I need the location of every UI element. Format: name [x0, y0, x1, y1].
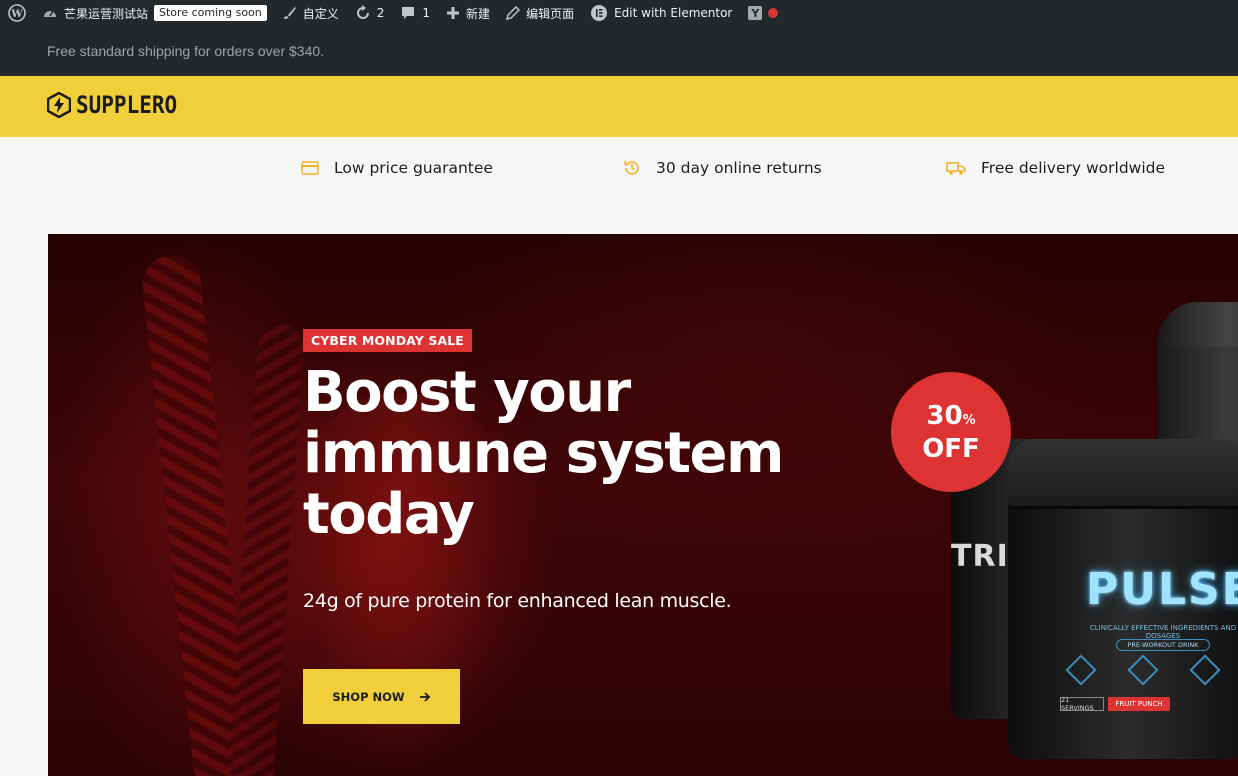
shop-now-button[interactable]: SHOP NOW	[303, 669, 460, 724]
updates-button[interactable]: 2	[347, 0, 393, 26]
product-tub-pulse: PULSE CLINICALLY EFFECTIVE INGREDIENTS A…	[1008, 439, 1238, 759]
product-tagline: CLINICALLY EFFECTIVE INGREDIENTS AND DOS…	[1089, 624, 1237, 640]
discount-word: OFF	[922, 433, 980, 464]
usp-item-returns: 30 day online returns	[623, 159, 822, 177]
elementor-label: Edit with Elementor	[614, 6, 733, 20]
product-servings: 21 SERVINGS	[1060, 696, 1104, 712]
seo-status-dot	[768, 8, 779, 18]
usp-label: Low price guarantee	[334, 159, 493, 177]
wordpress-icon: W	[8, 4, 26, 22]
new-label: 新建	[466, 6, 491, 21]
hex-icon	[1127, 654, 1159, 686]
usp-item-delivery: Free delivery worldwide	[946, 159, 1165, 177]
usp-bar: Low price guarantee 30 day online return…	[0, 137, 1238, 234]
logo-text: SUPPLERO	[76, 91, 178, 119]
edit-with-elementor-button[interactable]: Edit with Elementor	[582, 0, 740, 26]
hero-banner: CYBER MONDAY SALE Boost your immune syst…	[48, 234, 1238, 776]
hero-title-line: Boost your	[303, 360, 631, 425]
dashboard-icon	[44, 10, 56, 17]
site-name-menu[interactable]: 芒果运营测试站 Store coming soon	[34, 0, 275, 26]
wordpress-logo-button[interactable]: W	[0, 0, 34, 26]
history-icon	[624, 160, 639, 175]
comment-icon	[402, 7, 415, 19]
hero-title-line: immune system	[303, 421, 784, 486]
hero-title: Boost your immune system today	[303, 362, 863, 545]
usp-label: 30 day online returns	[656, 159, 822, 177]
arrow-right-icon	[419, 691, 430, 702]
elementor-icon	[591, 5, 608, 21]
usp-item-price: Low price guarantee	[301, 159, 493, 177]
hex-icon	[1189, 654, 1221, 686]
plus-icon	[447, 7, 460, 19]
svg-text:W: W	[10, 9, 23, 20]
logo-bolt-icon	[47, 92, 71, 118]
brush-icon	[283, 7, 296, 19]
yoast-seo-button[interactable]: Y	[740, 0, 786, 26]
hero-subtitle: 24g of pure protein for enhanced lean mu…	[303, 590, 732, 612]
product-hex-icons	[1065, 654, 1221, 686]
site-logo[interactable]: SUPPLERO	[47, 91, 178, 119]
usp-label: Free delivery worldwide	[981, 159, 1166, 177]
comments-count: 1	[422, 6, 431, 20]
customize-label: 自定义	[302, 6, 339, 21]
discount-number: 30%	[926, 402, 975, 435]
hero-title-line: today	[303, 482, 475, 547]
product-flavor: FRUIT PUNCH	[1108, 697, 1170, 711]
product-name: PULSE	[1086, 564, 1238, 615]
shipping-notice-text: Free standard shipping for orders over $…	[47, 43, 325, 59]
comments-button[interactable]: 1	[392, 0, 438, 26]
shipping-notice-bar: Free standard shipping for orders over $…	[0, 26, 1238, 76]
customize-button[interactable]: 自定义	[275, 0, 347, 26]
discount-value: 30	[926, 400, 963, 431]
discount-percent: %	[962, 412, 976, 428]
pencil-icon	[506, 6, 521, 20]
product-type-tag: PRE-WORKOUT DRINK	[1116, 639, 1210, 651]
sale-badge: CYBER MONDAY SALE	[303, 329, 472, 352]
site-header: SUPPLERO	[0, 76, 1238, 137]
discount-circle-badge: 30% OFF	[891, 372, 1011, 492]
yoast-icon: Y	[748, 6, 763, 20]
tub-lid	[1008, 439, 1238, 509]
site-name: 芒果运营测试站	[64, 6, 149, 21]
truck-icon	[946, 162, 966, 175]
edit-page-button[interactable]: 编辑页面	[498, 0, 582, 26]
credit-card-icon	[301, 161, 319, 175]
new-content-button[interactable]: 新建	[438, 0, 498, 26]
wp-admin-bar: W 芒果运营测试站 Store coming soon 自定义 2 1 新建 编…	[0, 0, 1238, 26]
updates-count: 2	[376, 6, 385, 20]
shop-now-label: SHOP NOW	[332, 689, 405, 704]
hex-icon	[1065, 654, 1097, 686]
store-coming-soon-badge[interactable]: Store coming soon	[154, 5, 267, 21]
refresh-icon	[356, 5, 369, 19]
tub-lid	[1166, 302, 1238, 347]
edit-page-label: 编辑页面	[526, 6, 575, 21]
